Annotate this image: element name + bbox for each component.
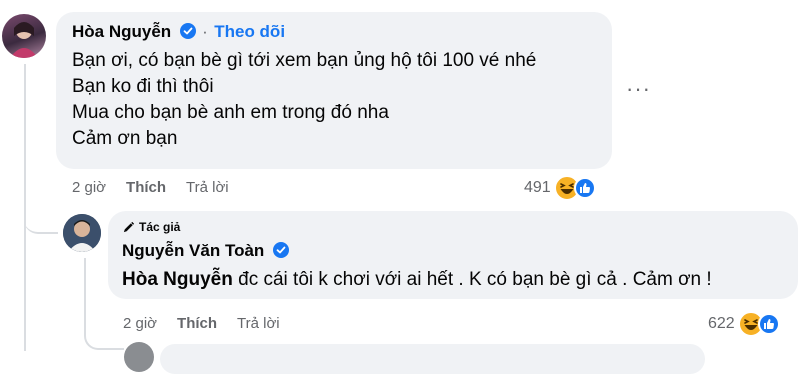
mention-link[interactable]: Hòa Nguyễn bbox=[122, 269, 233, 290]
reply-actions: 2 giờ Thích Trả lời bbox=[123, 315, 300, 332]
next-reply-avatar[interactable] bbox=[124, 342, 154, 372]
follow-link[interactable]: Theo dõi bbox=[214, 22, 285, 41]
comment-line: Mua cho bạn bè anh em trong đó nha bbox=[72, 102, 389, 123]
reply-button[interactable]: Trả lời bbox=[186, 179, 229, 196]
comment-bubble: Hòa Nguyễn · Theo dõi Bạn ơi, có bạn bè … bbox=[56, 12, 612, 169]
thread-line-reply bbox=[84, 258, 86, 318]
verified-badge-icon bbox=[272, 242, 289, 263]
reply-author-name[interactable]: Nguyễn Văn Toàn bbox=[122, 241, 264, 260]
verified-badge-icon bbox=[179, 23, 196, 44]
comment-line: Bạn ơi, có bạn bè gì tới xem bạn ủng hộ … bbox=[72, 50, 537, 71]
reply-like-button[interactable]: Thích bbox=[177, 315, 217, 332]
avatar-nguyen-van-toan[interactable] bbox=[63, 214, 101, 252]
comment-author-name[interactable]: Hòa Nguyễn bbox=[72, 22, 171, 41]
author-tag: Tác giả bbox=[122, 220, 180, 234]
reply-header: Nguyễn Văn Toàn bbox=[122, 241, 289, 263]
reply-text: Hòa Nguyễn đc cái tôi k chơi với ai hết … bbox=[122, 267, 712, 293]
header-separator: · bbox=[202, 22, 208, 41]
thread-line-reply-connector bbox=[24, 200, 58, 234]
comment-line: Bạn ko đi thì thôi bbox=[72, 76, 214, 97]
pencil-icon bbox=[123, 221, 135, 232]
avatar-photo-icon bbox=[63, 214, 101, 252]
reply-reaction-count: 622 bbox=[708, 315, 735, 332]
reply-reaction-summary[interactable]: 622 bbox=[708, 311, 780, 337]
reply-body: đc cái tôi k chơi với ai hết . K có bạn … bbox=[232, 269, 712, 290]
reply-bubble: Tác giả Nguyễn Văn Toàn Hòa Nguyễn đc cá… bbox=[108, 211, 798, 299]
reaction-summary[interactable]: 491 bbox=[524, 175, 596, 201]
reply-reply-button[interactable]: Trả lời bbox=[237, 315, 280, 332]
reply-time[interactable]: 2 giờ bbox=[123, 315, 157, 332]
comment-text: Bạn ơi, có bạn bè gì tới xem bạn ủng hộ … bbox=[72, 48, 536, 152]
comment-header: Hòa Nguyễn · Theo dõi bbox=[72, 22, 285, 44]
comment-actions: 2 giờ Thích Trả lời bbox=[72, 179, 249, 196]
like-icon bbox=[573, 177, 596, 199]
avatar-photo-icon bbox=[10, 22, 38, 58]
reaction-count: 491 bbox=[524, 179, 551, 196]
like-icon bbox=[757, 313, 780, 335]
comment-time[interactable]: 2 giờ bbox=[72, 179, 106, 196]
comment-line: Cảm ơn bạn bbox=[72, 128, 178, 149]
more-options-button[interactable]: ··· bbox=[626, 76, 651, 102]
like-button[interactable]: Thích bbox=[126, 179, 166, 196]
avatar-hoa-nguyen[interactable] bbox=[2, 14, 46, 58]
thread-line-nested-connector bbox=[84, 318, 124, 350]
next-reply-bubble bbox=[160, 344, 705, 374]
author-tag-label: Tác giả bbox=[139, 220, 181, 234]
